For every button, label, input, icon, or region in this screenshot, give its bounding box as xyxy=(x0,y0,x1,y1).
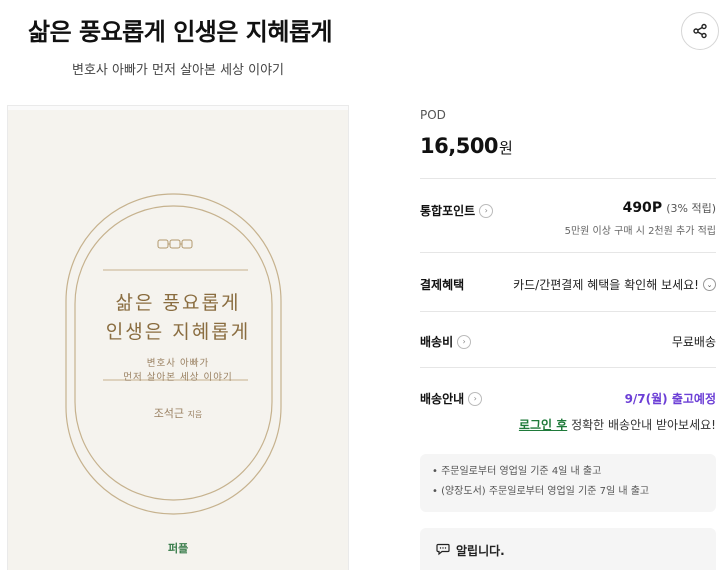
chevron-right-icon[interactable]: › xyxy=(457,334,472,349)
shipping-info-label: 배송안내 xyxy=(420,392,465,406)
share-icon xyxy=(693,23,707,39)
cover-title-line2: 인생은 지혜롭게 xyxy=(105,321,251,343)
shipping-date: 9/7(월) 출고예정 xyxy=(624,392,716,406)
points-unit: P xyxy=(651,200,663,216)
binoculars-icon xyxy=(157,239,193,249)
payment-label-text: 결제혜택 xyxy=(420,278,465,292)
product-price: 16,500원 xyxy=(420,134,513,158)
points-value: 490P (3% 적립) xyxy=(623,200,716,216)
login-link[interactable]: 로그인 후 xyxy=(519,418,567,432)
shipping-fee-label-row[interactable]: 배송비 › xyxy=(420,333,472,350)
points-amount: 490 xyxy=(622,200,652,216)
book-cover-frame[interactable]: 삶은 풍요롭게 인생은 지혜롭게 변호사 아빠가 먼저 살아본 세상 이야기 조… xyxy=(7,105,349,570)
divider xyxy=(420,178,716,179)
cover-author-suffix: 지음 xyxy=(187,410,203,419)
share-button[interactable] xyxy=(681,12,719,50)
book-subtitle: 변호사 아빠가 먼저 살아본 세상 이야기 xyxy=(72,63,285,78)
shipping-fee-label: 배송비 xyxy=(420,335,454,349)
book-cover: 삶은 풍요롭게 인생은 지혜롭게 변호사 아빠가 먼저 살아본 세상 이야기 조… xyxy=(8,110,348,570)
publisher-logo: 퍼플 xyxy=(168,542,189,555)
points-label: 통합포인트 xyxy=(420,204,476,218)
shipping-info-label-row[interactable]: 배송안내 › xyxy=(420,390,483,407)
shipping-notice-box: 주문일로부터 영업일 기준 4일 내 출고 (양장도서) 주문일로부터 영업일 … xyxy=(420,454,716,512)
divider xyxy=(420,367,716,368)
payment-benefit-text: 카드/간편결제 혜택을 확인해 보세요! xyxy=(513,278,699,292)
cover-author-name: 조석근 xyxy=(153,407,185,420)
shipping-fee-value: 무료배송 xyxy=(671,335,716,349)
points-note: 5만원 이상 구매 시 2천원 추가 적립 xyxy=(564,226,716,237)
list-item: (양장도서) 주문일로부터 영업일 기준 7일 내 출고 xyxy=(432,482,704,502)
cover-title-line1: 삶은 풍요롭게 xyxy=(115,292,241,314)
chevron-right-icon[interactable]: › xyxy=(468,391,483,406)
payment-benefit-toggle[interactable]: 카드/간편결제 혜택을 확인해 보세요! ⌄ xyxy=(513,276,716,293)
product-format: POD xyxy=(420,108,446,122)
points-label-row[interactable]: 통합포인트 › xyxy=(420,202,494,219)
alert-title: 알립니다. xyxy=(456,544,505,558)
chevron-down-icon: ⌄ xyxy=(703,278,716,291)
shipping-login-prompt: 로그인 후 정확한 배송안내 받아보세요! xyxy=(519,416,716,433)
divider xyxy=(420,252,716,253)
book-title: 삶은 풍요롭게 인생은 지혜롭게 xyxy=(28,18,333,46)
price-value: 16,500 xyxy=(420,134,499,158)
alert-box[interactable]: 알립니다. xyxy=(420,528,716,570)
chevron-right-icon[interactable]: › xyxy=(479,203,494,218)
divider xyxy=(420,311,716,312)
list-item: 주문일로부터 영업일 기준 4일 내 출고 xyxy=(432,462,704,482)
cover-subtitle-line2: 먼저 살아본 세상 이야기 xyxy=(123,372,233,383)
speech-bubble-icon xyxy=(436,543,450,556)
price-currency: 원 xyxy=(499,139,513,157)
points-rate: (3% 적립) xyxy=(666,202,716,215)
cover-subtitle-line1: 변호사 아빠가 xyxy=(146,358,210,369)
cover-author: 조석근 지음 xyxy=(8,405,348,421)
payment-label: 결제혜택 xyxy=(420,276,464,293)
login-prompt-text: 정확한 배송안내 받아보세요! xyxy=(567,418,716,432)
